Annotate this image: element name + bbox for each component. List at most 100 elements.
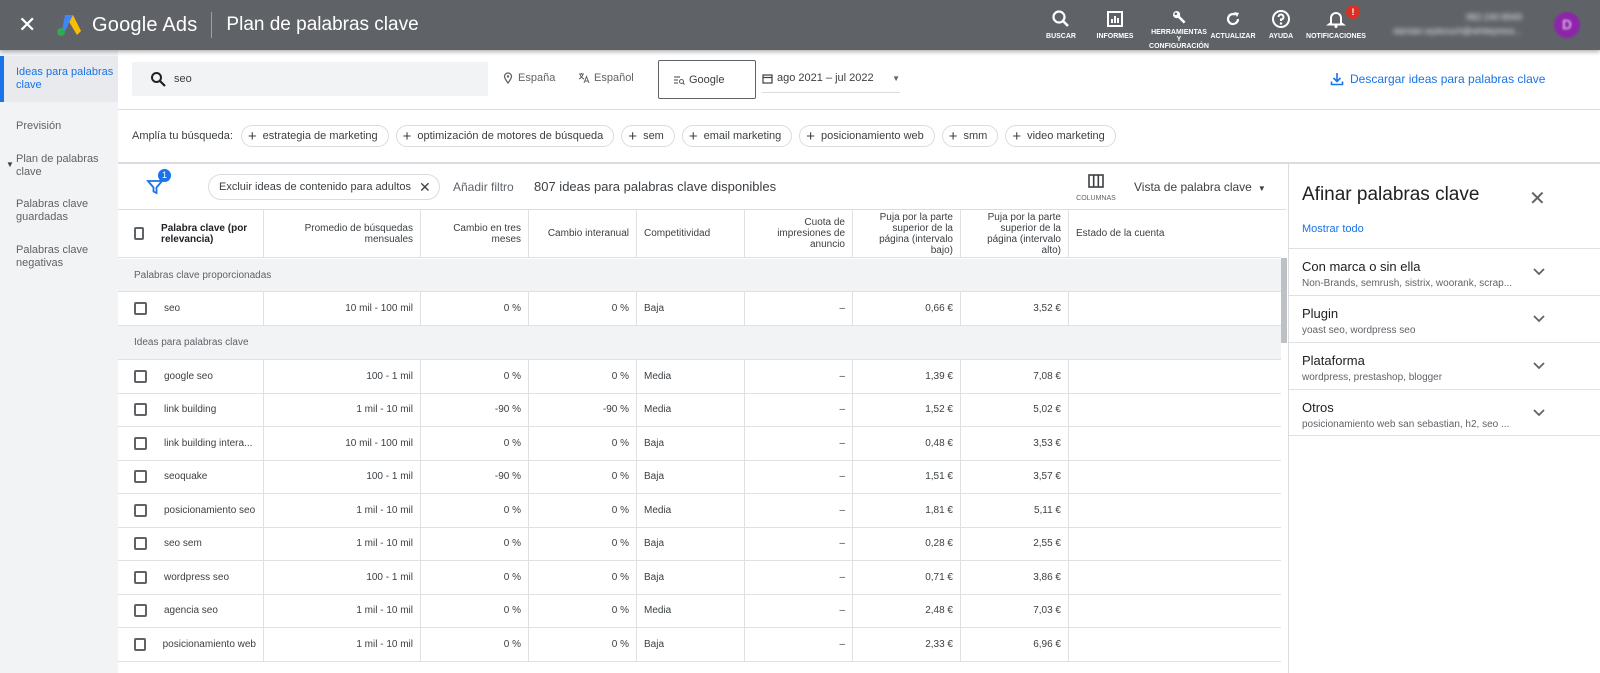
table-row[interactable]: link building 1 mil - 10 mil -90 % -90 % Med… [118, 393, 1281, 427]
broaden-chip[interactable]: + optimización de motores de búsqueda [395, 125, 615, 147]
close-icon[interactable]: ✕ [18, 14, 40, 36]
close-icon[interactable]: ✕ [419, 179, 431, 196]
close-icon[interactable]: ✕ [1529, 186, 1546, 211]
refine-group-brand[interactable]: Con marca o sin ella Non-Brands, semrush… [1289, 248, 1600, 295]
row-checkbox[interactable] [134, 301, 147, 315]
table-row[interactable]: seo 10 mil - 100 mil 0 % 0 % Baja –0,66 €3,52… [118, 292, 1281, 326]
refine-group-platform[interactable]: Plataforma wordpress, prestashop, blogge… [1289, 342, 1600, 389]
header-avg-searches[interactable]: Promedio de búsquedas mensuales [264, 210, 421, 257]
header-three-month-change[interactable]: Cambio en tres meses [421, 210, 529, 257]
table-row[interactable]: agencia seo 1 mil - 10 mil 0 % 0 % Media –2,4… [118, 594, 1281, 628]
broaden-chip-label: posicionamiento web [821, 130, 924, 142]
header-competition[interactable]: Competitividad [637, 210, 745, 257]
table-row[interactable]: posicionamiento web 1 mil - 10 mil 0 % 0 % B… [118, 628, 1281, 662]
header-impression-share[interactable]: Cuota de impresiones de anuncio [745, 210, 853, 257]
cell-status [1069, 292, 1281, 325]
google-ads-logo [57, 15, 81, 36]
row-checkbox[interactable] [134, 637, 146, 651]
chevron-down-icon: ▼ [1257, 184, 1266, 193]
cell-competition: Media [637, 393, 745, 426]
broaden-chip[interactable]: + sem [621, 125, 675, 147]
broaden-chip[interactable]: + estrategia de marketing [240, 125, 389, 147]
keyword-text: agencia seo [164, 605, 218, 617]
cell-competition: Baja [637, 427, 745, 460]
table-row[interactable]: seoquake 100 - 1 mil -90 % 0 % Baja –1,51 €3,… [118, 460, 1281, 494]
sidebar-item-forecast[interactable]: Previsión [0, 120, 118, 133]
cell-status [1069, 360, 1281, 393]
table-row[interactable]: posicionamiento seo 1 mil - 10 mil 0 % 0 % M… [118, 494, 1281, 528]
keyword-search-input[interactable] [174, 70, 474, 88]
cell-impr-share: – [745, 360, 853, 393]
keyword-text: seoquake [164, 471, 208, 483]
header-account-status[interactable]: Estado de la cuenta [1069, 210, 1281, 257]
row-checkbox[interactable] [134, 470, 147, 484]
row-checkbox[interactable] [134, 369, 147, 383]
table-row[interactable]: google seo 100 - 1 mil 0 % 0 % Media –1,39 €7… [118, 360, 1281, 394]
header-checkbox-cell: Palabra clave (por relevancia) [118, 210, 264, 257]
location-selector[interactable]: España [502, 72, 555, 84]
plus-icon: + [247, 127, 257, 145]
account-info[interactable]: 982-240-8949 damian.wylezuch@whitepress.… [1392, 10, 1522, 38]
header-yoy-change[interactable]: Cambio interanual [529, 210, 637, 257]
sidebar-item-negative-keywords[interactable]: Palabras clave negativas [0, 244, 118, 270]
keyword-text: wordpress seo [164, 571, 230, 583]
row-checkbox[interactable] [134, 436, 147, 450]
download-ideas-button[interactable]: Descargar ideas para palabras clave [1330, 72, 1545, 86]
cell-bid-high: 7,03 € [961, 594, 1069, 627]
search-button[interactable]: BUSCAR [1040, 0, 1082, 50]
refine-group-subtitle: posicionamiento web san sebastian, h2, s… [1302, 419, 1510, 430]
refine-group-others[interactable]: Otros posicionamiento web san sebastian,… [1289, 389, 1600, 436]
cell-impr-share: – [745, 494, 853, 527]
date-range-selector[interactable]: ago 2021 – jul 2022 ▼ [762, 72, 900, 93]
reports-button[interactable]: INFORMES [1082, 0, 1148, 50]
cell-bid-low: 2,33 € [853, 628, 961, 661]
broaden-chip[interactable]: + video marketing [1005, 125, 1116, 147]
tools-settings-button[interactable]: HERRAMIENTAS Y CONFIGURACIÓN [1148, 0, 1210, 50]
broaden-chip[interactable]: + email marketing [681, 125, 793, 147]
network-selector[interactable]: Google [658, 60, 756, 99]
sidebar-item-saved-keywords[interactable]: Palabras clave guardadas [0, 198, 118, 224]
sidebar-item-keyword-plan[interactable]: Plan de palabras clave [0, 153, 118, 179]
page-title: Plan de palabras clave [226, 14, 419, 35]
columns-button[interactable]: COLUMNAS [1076, 174, 1116, 202]
add-filter-button[interactable]: Añadir filtro [453, 180, 514, 194]
exclude-adult-filter-chip[interactable]: Excluir ideas de contenido para adultos … [208, 174, 440, 200]
help-button[interactable]: AYUDA [1256, 0, 1306, 50]
refine-group-title: Con marca o sin ella [1302, 259, 1421, 274]
cell-yoy: 0 % [529, 527, 637, 560]
cell-bid-low: 1,52 € [853, 393, 961, 426]
cell-impr-share: – [745, 594, 853, 627]
refine-group-plugin[interactable]: Plugin yoast seo, wordpress seo [1289, 295, 1600, 342]
show-all-link[interactable]: Mostrar todo [1302, 223, 1364, 235]
keyword-search-box[interactable] [132, 62, 488, 96]
sidebar-item-keyword-ideas[interactable]: Ideas para palabras clave [0, 56, 118, 102]
select-all-checkbox[interactable] [134, 227, 145, 240]
broaden-chip-label: smm [963, 130, 988, 142]
sidebar-item-label: Previsión [16, 120, 62, 132]
scrollbar[interactable] [1281, 258, 1287, 343]
cell-avg: 1 mil - 10 mil [264, 628, 421, 661]
row-checkbox[interactable] [134, 503, 147, 517]
broaden-chip[interactable]: + smm [941, 125, 999, 147]
table-row[interactable]: seo sem 1 mil - 10 mil 0 % 0 % Baja –0,28 €2,… [118, 527, 1281, 561]
cell-three-month: 0 % [421, 527, 529, 560]
header-keyword[interactable]: Palabra clave (por relevancia) [161, 223, 256, 245]
header-bid-high[interactable]: Puja por la parte superior de la página … [961, 210, 1069, 257]
table-row[interactable]: wordpress seo 100 - 1 mil 0 % 0 % Baja –0,71 … [118, 561, 1281, 595]
language-selector[interactable]: Español [578, 72, 634, 84]
row-checkbox[interactable] [134, 403, 147, 417]
table-row[interactable]: link building intera... 10 mil - 100 mil 0… [118, 427, 1281, 461]
row-checkbox[interactable] [134, 570, 147, 584]
cell-bid-low: 1,39 € [853, 360, 961, 393]
view-selector[interactable]: Vista de palabra clave ▼ [1134, 180, 1266, 194]
row-checkbox[interactable] [134, 604, 147, 618]
broaden-chip-label: estrategia de marketing [262, 130, 378, 142]
refresh-button[interactable]: ACTUALIZAR [1210, 0, 1256, 50]
chevron-down-icon [1533, 362, 1545, 370]
row-checkbox[interactable] [134, 537, 147, 551]
plus-icon: + [948, 127, 958, 145]
cell-bid-low: 0,28 € [853, 527, 961, 560]
avatar[interactable]: D [1554, 12, 1580, 38]
broaden-chip[interactable]: + posicionamiento web [799, 125, 935, 147]
header-bid-low[interactable]: Puja por la parte superior de la página … [853, 210, 961, 257]
